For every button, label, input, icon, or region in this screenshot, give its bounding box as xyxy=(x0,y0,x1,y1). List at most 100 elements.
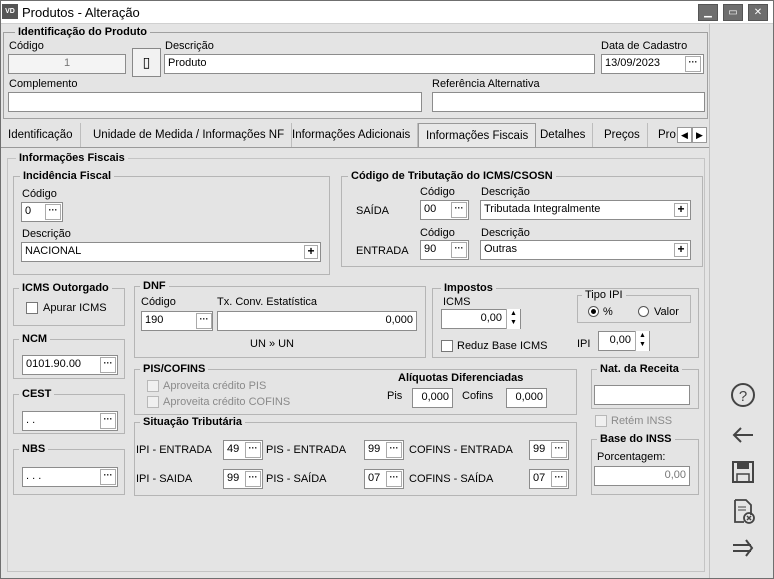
retem-inss-label: Retém INSS xyxy=(611,415,673,427)
entrada-codigo-lookup[interactable]: ··· xyxy=(451,242,467,258)
ncm-lookup[interactable]: ··· xyxy=(100,357,116,373)
delete-document-icon[interactable] xyxy=(730,498,756,524)
tab-scroll-left-icon[interactable]: ◀ xyxy=(677,127,692,143)
reduz-base-icms-checkbox[interactable] xyxy=(441,340,453,352)
codigo-label: Código xyxy=(9,40,44,52)
ipi-spin-icon[interactable]: ▲ ▼ xyxy=(635,331,649,351)
icms-spin-icon[interactable]: ▲ ▼ xyxy=(506,309,520,329)
back-arrow-icon[interactable] xyxy=(730,422,756,448)
saida-descricao-dropdown[interactable]: + xyxy=(674,203,688,217)
nat-receita-field[interactable] xyxy=(594,385,690,405)
tab-scroll-right-icon[interactable]: ▶ xyxy=(692,127,707,143)
complemento-label: Complemento xyxy=(9,78,78,90)
incidencia-title: Incidência Fiscal xyxy=(20,170,115,182)
tab-divider xyxy=(1,147,709,148)
tipo-ipi-valor-radio[interactable] xyxy=(638,306,649,317)
tab-identificacao[interactable]: Identificação xyxy=(1,123,81,147)
tx-conv-field[interactable]: 0,000 xyxy=(217,311,417,331)
tab-precos[interactable]: Preços xyxy=(597,123,648,147)
app-icon: VD xyxy=(2,4,18,19)
pis-saida-lookup[interactable]: ··· xyxy=(386,471,402,487)
ipi-label: IPI xyxy=(577,338,591,350)
dnf-title: DNF xyxy=(140,280,169,292)
close-button[interactable]: ✕ xyxy=(748,4,768,21)
copy-icon[interactable]: ▯ xyxy=(132,48,161,77)
pis-cofins-title: PIS/COFINS xyxy=(140,363,209,375)
incidencia-codigo-lookup[interactable]: ··· xyxy=(45,204,61,220)
saida-descricao-label: Descrição xyxy=(481,186,530,198)
tx-conv-label: Tx. Conv. Estatística xyxy=(217,296,318,308)
tipo-ipi-percent-label: % xyxy=(603,306,613,318)
incidencia-descricao-field[interactable]: NACIONAL xyxy=(21,242,321,262)
entrada-descricao-field[interactable]: Outras xyxy=(480,240,691,260)
tipo-ipi-valor-label: Valor xyxy=(654,306,679,318)
cofins-entrada-label: COFINS - ENTRADA xyxy=(409,444,513,456)
cest-lookup[interactable]: ··· xyxy=(100,413,116,429)
saida-descricao-field[interactable]: Tributada Integralmente xyxy=(480,200,691,220)
cofins-field[interactable]: 0,000 xyxy=(506,388,547,408)
ipi-entrada-label: IPI - ENTRADA xyxy=(136,444,212,456)
entrada-descricao-dropdown[interactable]: + xyxy=(674,243,688,257)
saida-codigo-lookup[interactable]: ··· xyxy=(451,202,467,218)
apurar-icms-checkbox[interactable] xyxy=(26,302,38,314)
cofins-label: Cofins xyxy=(462,390,494,402)
incidencia-descricao-label: Descrição xyxy=(22,228,71,240)
entrada-codigo-label: Código xyxy=(420,227,455,239)
window: VD Produtos - Alteração ▁ ▭ ✕ Identifica… xyxy=(0,0,774,579)
base-inss-field[interactable]: 0,00 xyxy=(594,466,690,486)
dnf-unidade-text: UN » UN xyxy=(250,338,295,350)
saida-label: SAÍDA xyxy=(356,205,390,217)
retem-inss-checkbox[interactable] xyxy=(595,415,607,427)
situacao-tributaria-group: Situação Tributária xyxy=(134,416,577,496)
aproveita-pis-checkbox[interactable] xyxy=(147,380,159,392)
pis-entrada-label: PIS - ENTRADA xyxy=(266,444,347,456)
tab-bar: Identificação Unidade de Medida / Inform… xyxy=(1,123,709,148)
tab-informacoes-adicionais[interactable]: Informações Adicionais xyxy=(285,123,419,147)
dnf-codigo-lookup[interactable]: ··· xyxy=(196,313,212,329)
window-title: Produtos - Alteração xyxy=(22,5,140,20)
impostos-title: Impostos xyxy=(441,282,496,294)
reduz-base-icms-label: Reduz Base ICMS xyxy=(457,340,548,352)
cofins-entrada-lookup[interactable]: ··· xyxy=(551,442,567,458)
tab-informacoes-fiscais[interactable]: Informações Fiscais xyxy=(418,123,537,148)
tab-detalhes[interactable]: Detalhes xyxy=(533,123,594,147)
apurar-icms-label: Apurar ICMS xyxy=(43,302,107,314)
incidencia-descricao-dropdown[interactable]: + xyxy=(304,245,318,259)
descricao-field[interactable]: Produto xyxy=(164,54,595,74)
nbs-title: NBS xyxy=(19,443,49,455)
codigo-field[interactable]: 1 xyxy=(8,54,126,74)
saida-codigo-label: Código xyxy=(420,186,455,198)
pis-label: Pis xyxy=(387,390,403,402)
base-inss-label: Porcentagem: xyxy=(597,451,666,463)
cofins-saida-lookup[interactable]: ··· xyxy=(551,471,567,487)
entrada-descricao-label: Descrição xyxy=(481,227,530,239)
referencia-label: Referência Alternativa xyxy=(432,78,540,90)
nat-receita-title: Nat. da Receita xyxy=(597,363,682,375)
complemento-field[interactable] xyxy=(8,92,422,112)
ipi-saida-lookup[interactable]: ··· xyxy=(245,471,261,487)
group-title: Identificação do Produto xyxy=(15,26,150,38)
icms-tributacao-title: Código de Tributação do ICMS/CSOSN xyxy=(348,170,556,182)
minimize-button[interactable]: ▁ xyxy=(698,4,718,21)
nbs-lookup[interactable]: ··· xyxy=(100,469,116,485)
ipi-entrada-lookup[interactable]: ··· xyxy=(245,442,261,458)
help-icon[interactable]: ? xyxy=(730,382,756,408)
pis-field[interactable]: 0,000 xyxy=(412,388,453,408)
base-inss-title: Base do INSS xyxy=(597,433,675,445)
dnf-codigo-label: Código xyxy=(141,296,176,308)
title-bar: VD Produtos - Alteração ▁ ▭ ✕ xyxy=(1,1,773,24)
date-picker-button[interactable]: ··· xyxy=(685,56,701,72)
tipo-ipi-percent-radio[interactable] xyxy=(588,306,599,317)
save-icon[interactable] xyxy=(730,459,756,485)
impostos-icms-label: ICMS xyxy=(443,296,471,308)
pis-entrada-lookup[interactable]: ··· xyxy=(386,442,402,458)
aproveita-cofins-checkbox[interactable] xyxy=(147,396,159,408)
forward-arrow-icon[interactable] xyxy=(730,535,756,561)
ncm-title: NCM xyxy=(19,333,51,345)
situacao-tributaria-title: Situação Tributária xyxy=(140,416,246,428)
tab-unidade-medida[interactable]: Unidade de Medida / Informações NF xyxy=(86,123,293,147)
aproveita-cofins-label: Aproveita crédito COFINS xyxy=(163,396,291,408)
maximize-button[interactable]: ▭ xyxy=(723,4,743,21)
aproveita-pis-label: Aproveita crédito PIS xyxy=(163,380,267,392)
referencia-field[interactable] xyxy=(432,92,705,112)
